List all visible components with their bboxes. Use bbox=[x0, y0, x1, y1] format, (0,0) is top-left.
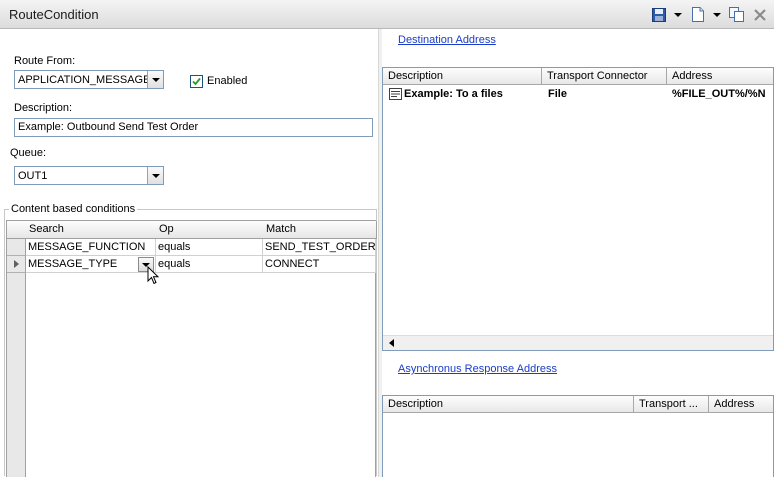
window-title: RouteCondition bbox=[9, 7, 99, 22]
save-icon[interactable] bbox=[651, 6, 667, 23]
title-bar: RouteCondition bbox=[0, 0, 774, 29]
column-header-transport[interactable]: Transport ... bbox=[634, 396, 709, 413]
route-from-value: APPLICATION_MESSAGE bbox=[18, 73, 147, 86]
scroll-left-icon[interactable] bbox=[389, 339, 394, 347]
enabled-label: Enabled bbox=[207, 75, 248, 87]
grid-corner bbox=[7, 221, 27, 239]
current-row-arrow-icon bbox=[13, 260, 19, 268]
mouse-cursor-icon bbox=[147, 266, 160, 285]
async-response-address-link[interactable]: Asynchronus Response Address bbox=[398, 363, 557, 375]
queue-value: OUT1 bbox=[18, 169, 48, 182]
current-row-header[interactable] bbox=[7, 256, 26, 273]
destination-list[interactable]: Description Transport Connector Address … bbox=[382, 67, 774, 351]
addresses-panel: Destination Address Description Transpor… bbox=[382, 29, 774, 477]
column-header-transport-connector[interactable]: Transport Connector bbox=[542, 68, 667, 85]
close-icon[interactable] bbox=[752, 6, 768, 23]
description-label: Description: bbox=[14, 102, 73, 114]
chevron-down-icon[interactable] bbox=[147, 167, 163, 184]
destination-address-link[interactable]: Destination Address bbox=[398, 34, 496, 46]
list-item[interactable]: Example: To a files File %FILE_OUT%/%N bbox=[383, 86, 773, 103]
route-from-select[interactable]: APPLICATION_MESSAGE bbox=[14, 70, 164, 89]
chevron-down-icon[interactable] bbox=[147, 71, 163, 88]
async-response-list[interactable]: Description Transport ... Address bbox=[382, 395, 774, 477]
destination-connector: File bbox=[548, 88, 567, 100]
cell-op[interactable]: equals bbox=[156, 239, 263, 256]
copy-icon[interactable] bbox=[728, 6, 746, 23]
column-header-op[interactable]: Op bbox=[156, 221, 264, 239]
column-header-match[interactable]: Match bbox=[263, 221, 377, 239]
column-header-description[interactable]: Description bbox=[383, 68, 542, 85]
description-field[interactable]: Example: Outbound Send Test Order bbox=[14, 118, 373, 137]
horizontal-scrollbar[interactable] bbox=[383, 335, 773, 350]
row-header[interactable] bbox=[7, 239, 26, 256]
column-header-description[interactable]: Description bbox=[383, 396, 634, 413]
destination-description: Example: To a files bbox=[404, 88, 503, 100]
enabled-checkbox[interactable] bbox=[190, 75, 203, 88]
cell-search: MESSAGE_TYPE bbox=[28, 258, 118, 270]
new-document-icon[interactable] bbox=[690, 6, 706, 23]
new-dropdown-arrow-icon[interactable] bbox=[712, 6, 721, 23]
cell-search[interactable]: MESSAGE_FUNCTION bbox=[26, 239, 156, 256]
queue-select[interactable]: OUT1 bbox=[14, 166, 164, 185]
content-conditions-title: Content based conditions bbox=[9, 203, 138, 215]
column-header-address[interactable]: Address bbox=[667, 68, 773, 85]
file-icon bbox=[389, 88, 402, 100]
column-header-search[interactable]: Search bbox=[26, 221, 157, 239]
route-from-label: Route From: bbox=[14, 55, 76, 67]
cell-match[interactable]: SEND_TEST_ORDER bbox=[263, 239, 376, 256]
destination-address: %FILE_OUT%/%N bbox=[672, 88, 766, 100]
cell-search-editing[interactable]: MESSAGE_TYPE bbox=[26, 256, 156, 273]
conditions-grid[interactable]: Search Op Match MESSAGE_FUNCTION equals … bbox=[6, 220, 377, 477]
queue-label: Queue: bbox=[10, 147, 47, 159]
checkmark-icon bbox=[192, 77, 201, 86]
cell-match[interactable]: CONNECT bbox=[263, 256, 376, 273]
save-dropdown-arrow-icon[interactable] bbox=[673, 6, 682, 23]
cell-op[interactable]: equals bbox=[156, 256, 263, 273]
column-header-address[interactable]: Address bbox=[709, 396, 773, 413]
